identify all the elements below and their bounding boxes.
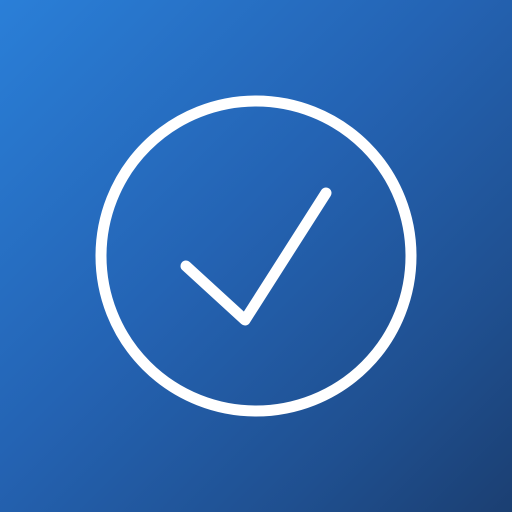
checkmark-icon — [180, 187, 332, 326]
app-icon — [0, 0, 512, 512]
check-circle-ring — [95, 95, 417, 417]
check-circle-icon — [95, 95, 417, 417]
